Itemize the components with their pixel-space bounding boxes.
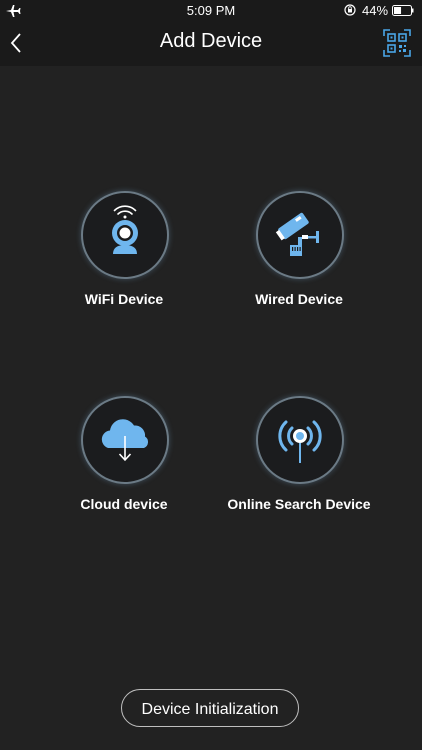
- wifi-camera-icon: [112, 205, 138, 254]
- add-device-screen: 5:09 PM 44% Add Device WiFi Device Wired…: [0, 0, 422, 750]
- wired-camera-icon: [275, 212, 319, 256]
- battery-percent: 44%: [362, 3, 389, 18]
- cloud-device-label: Cloud device: [80, 496, 168, 512]
- wired-device-circle[interactable]: [256, 191, 344, 279]
- status-time: 5:09 PM: [186, 3, 236, 18]
- cloud-download-icon: [101, 419, 149, 462]
- status-bar: 5:09 PM 44%: [0, 0, 422, 22]
- wired-device-option[interactable]: Wired Device: [209, 191, 389, 321]
- signal-broadcast-icon: [278, 420, 322, 463]
- wifi-device-option[interactable]: WiFi Device: [34, 191, 214, 321]
- online-search-device-circle[interactable]: [256, 396, 344, 484]
- device-initialization-button[interactable]: Device Initialization: [121, 689, 299, 727]
- rotation-lock-icon: [344, 4, 356, 16]
- cloud-device-option[interactable]: Cloud device: [34, 396, 214, 526]
- battery-icon: [392, 5, 414, 16]
- wifi-device-label: WiFi Device: [84, 291, 164, 307]
- page-title: Add Device: [159, 30, 263, 52]
- wifi-device-circle[interactable]: [81, 191, 169, 279]
- cloud-device-circle[interactable]: [81, 396, 169, 484]
- wired-device-label: Wired Device: [255, 291, 343, 307]
- nav-bar: Add Device: [0, 22, 422, 66]
- online-search-device-option[interactable]: Online Search Device: [209, 396, 389, 526]
- online-search-device-label: Online Search Device: [227, 496, 371, 512]
- qr-scan-icon[interactable]: [383, 29, 411, 57]
